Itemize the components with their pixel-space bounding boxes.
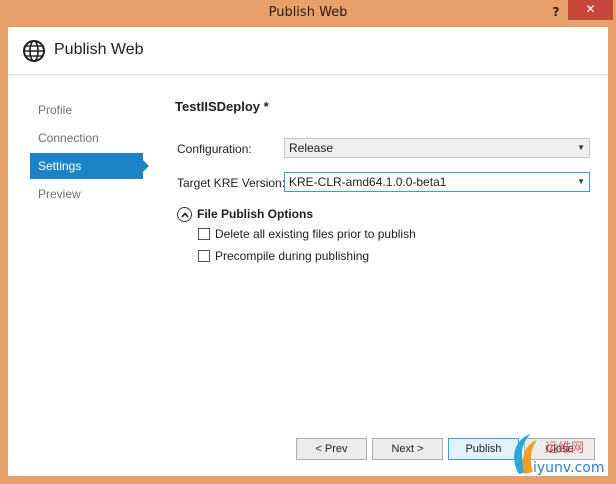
- kre-version-select[interactable]: KRE-CLR-amd64.1.0.0-beta1 ▼: [284, 172, 590, 192]
- next-button[interactable]: Next >: [372, 438, 443, 460]
- dialog-header: Publish Web: [8, 27, 608, 75]
- window-title: Publish Web: [268, 5, 348, 20]
- dialog-client-area: Publish Web Profile Connection Settings …: [8, 27, 608, 476]
- watermark-logo: 运维网 iyunv.com: [514, 434, 604, 476]
- sidebar-item-connection[interactable]: Connection: [30, 125, 143, 151]
- kre-version-label: Target KRE Version:: [177, 176, 286, 190]
- chevron-down-icon: ▼: [577, 143, 585, 152]
- globe-icon: [23, 40, 45, 62]
- prev-button[interactable]: < Prev: [296, 438, 367, 460]
- watermark-cn-text: 运维网: [545, 441, 584, 456]
- sidebar-item-preview[interactable]: Preview: [30, 181, 143, 207]
- collapse-section-button[interactable]: [177, 207, 192, 222]
- precompile-label: Precompile during publishing: [215, 249, 370, 263]
- chevron-up-icon: [181, 212, 189, 218]
- help-button[interactable]: ?: [546, 2, 566, 22]
- configuration-label: Configuration:: [177, 142, 252, 156]
- title-bar[interactable]: Publish Web ? ✕: [0, 0, 616, 27]
- profile-name: TestIISDeploy *: [175, 99, 269, 114]
- watermark-url-text: iyunv.com: [533, 460, 604, 476]
- file-publish-options-title: File Publish Options: [197, 207, 314, 221]
- configuration-select[interactable]: Release ▼: [284, 138, 590, 158]
- kre-version-value: KRE-CLR-amd64.1.0.0-beta1: [289, 175, 447, 189]
- dialog-content: Profile Connection Settings Preview Test…: [8, 76, 608, 476]
- window-close-button[interactable]: ✕: [568, 0, 613, 20]
- delete-existing-files-checkbox[interactable]: [198, 228, 210, 240]
- publish-web-dialog: Publish Web ? ✕ Publish Web Profile Conn…: [0, 0, 616, 484]
- precompile-checkbox[interactable]: [198, 250, 210, 262]
- sidebar-item-profile[interactable]: Profile: [30, 97, 143, 123]
- header-title: Publish Web: [54, 41, 144, 58]
- configuration-value: Release: [289, 141, 334, 155]
- chevron-down-icon: ▼: [577, 177, 585, 186]
- sidebar-item-settings[interactable]: Settings: [30, 153, 149, 179]
- delete-existing-files-label: Delete all existing files prior to publi…: [215, 227, 416, 241]
